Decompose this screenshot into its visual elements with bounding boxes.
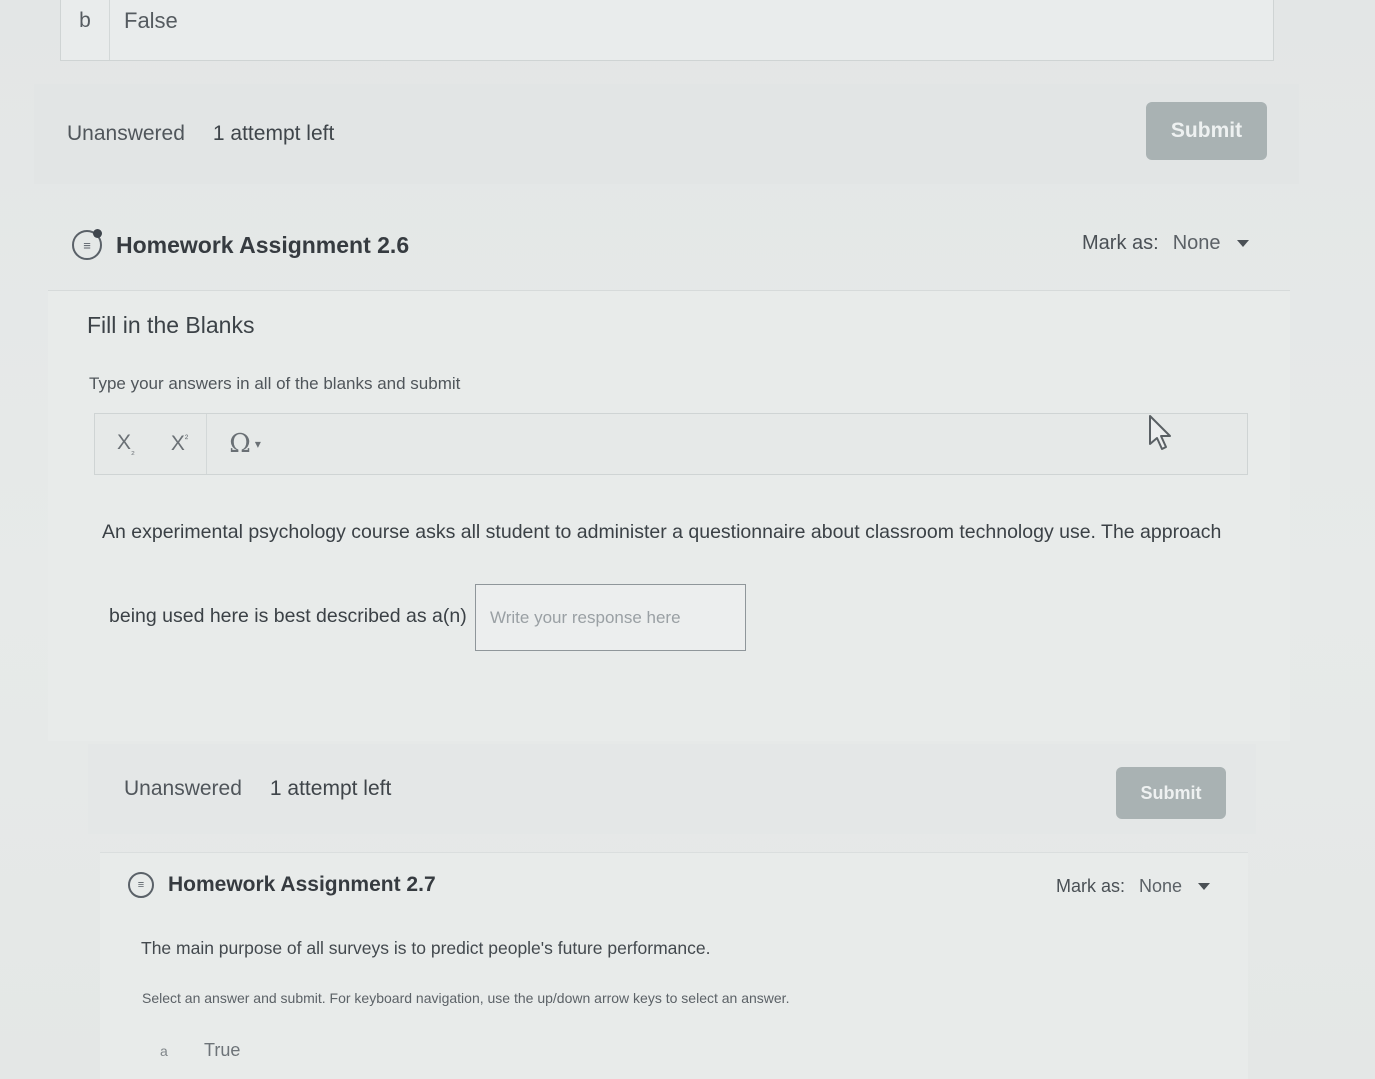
question-title: Homework Assignment 2.7 bbox=[168, 873, 436, 896]
mark-as-dropdown[interactable]: Mark as: None bbox=[1056, 876, 1211, 897]
question-icon: ≡ bbox=[72, 229, 102, 260]
submit-button-previous[interactable]: Submit bbox=[1146, 102, 1267, 160]
special-characters-button[interactable]: Ω ▾ bbox=[207, 428, 267, 460]
status-bar-previous: Unanswered 1 attempt left bbox=[34, 84, 1299, 184]
attempts-left: 1 attempt left bbox=[269, 777, 392, 800]
script-group: X₂ X² bbox=[95, 414, 208, 474]
submit-button-2-6[interactable]: Submit bbox=[1116, 767, 1226, 819]
question-icon: ≡ bbox=[128, 872, 154, 898]
omega-icon: Ω bbox=[229, 429, 251, 459]
attempts-left: 1 attempt left bbox=[212, 122, 335, 145]
question-header-2-7: ≡ Homework Assignment 2.7 bbox=[128, 872, 436, 898]
question-text: The main purpose of all surveys is to pr… bbox=[141, 938, 711, 958]
question-text-line-2: being used here is best described as a(n… bbox=[109, 605, 467, 627]
mark-as-dropdown[interactable]: Mark as: None bbox=[1082, 232, 1249, 255]
question-instruction: Type your answers in all of the blanks a… bbox=[89, 374, 461, 393]
subscript-button[interactable]: X₂ bbox=[117, 431, 135, 457]
question-type: Fill in the Blanks bbox=[87, 312, 255, 338]
chevron-down-icon: ▾ bbox=[254, 437, 261, 451]
status-text: Unanswered bbox=[124, 777, 242, 800]
mark-as-label: Mark as: bbox=[1082, 232, 1159, 254]
question-instruction: Select an answer and submit. For keyboar… bbox=[142, 990, 790, 1006]
answer-option-b[interactable]: b False bbox=[60, 0, 1274, 61]
status-bar-2-6: Unanswered 1 attempt left bbox=[88, 744, 1256, 834]
question-panel-2-6 bbox=[48, 290, 1290, 741]
question-title: Homework Assignment 2.6 bbox=[116, 231, 410, 258]
option-text: True bbox=[204, 1040, 241, 1060]
mark-as-label: Mark as: bbox=[1056, 876, 1126, 896]
blank-response-input[interactable] bbox=[475, 584, 746, 651]
formatting-toolbar: X₂ X² Ω ▾ bbox=[94, 413, 1248, 475]
status-text: Unanswered bbox=[67, 122, 185, 145]
page: b False Unanswered 1 attempt left Submit… bbox=[0, 0, 1375, 1079]
mark-as-value: None bbox=[1139, 876, 1183, 896]
superscript-button[interactable]: X² bbox=[171, 432, 188, 456]
option-letter: b bbox=[61, 0, 110, 60]
mark-as-value: None bbox=[1172, 232, 1221, 254]
caret-down-icon bbox=[1198, 883, 1211, 890]
question-header-2-6: ≡ Homework Assignment 2.6 bbox=[72, 229, 410, 260]
mouse-cursor-icon bbox=[1149, 415, 1171, 450]
option-text: False bbox=[124, 8, 178, 33]
caret-down-icon bbox=[1236, 240, 1249, 247]
answer-option-a[interactable]: a True bbox=[160, 1040, 240, 1061]
question-text-line-1: An experimental psychology course asks a… bbox=[102, 521, 1222, 543]
option-letter: a bbox=[160, 1042, 168, 1059]
